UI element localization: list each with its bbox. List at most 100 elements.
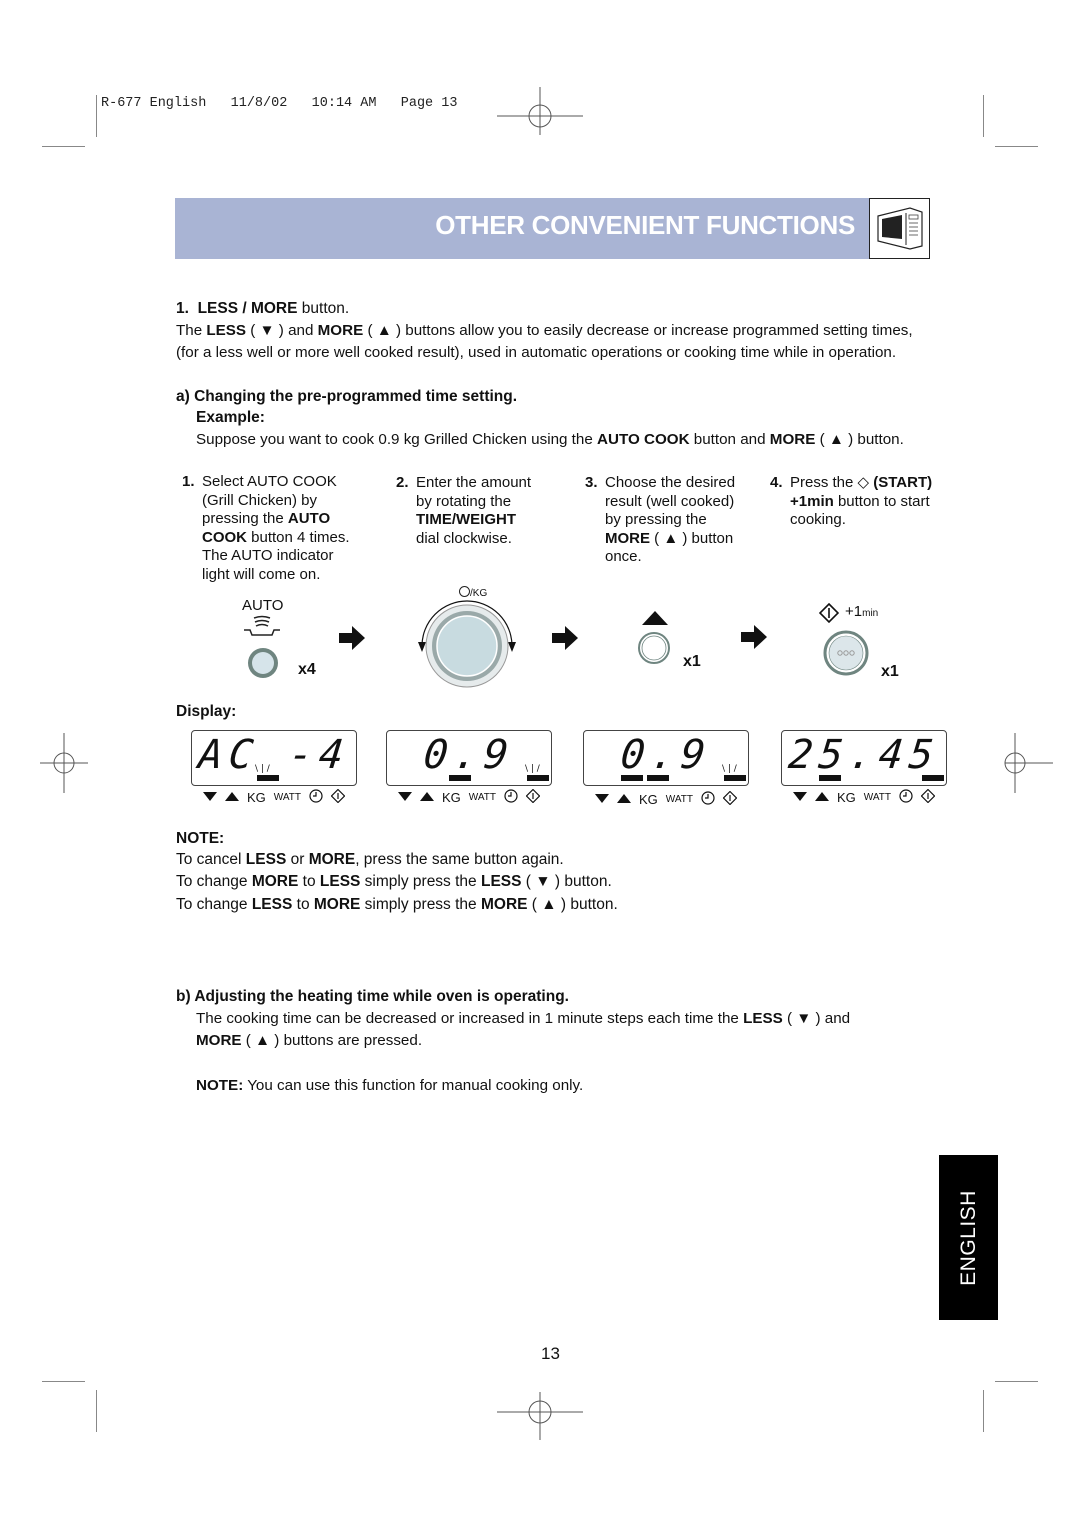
crop-mark xyxy=(96,1390,97,1432)
page-number: 13 xyxy=(541,1344,560,1363)
indicator-row-1: KG WATT xyxy=(203,788,346,806)
blink-marks: \ | / xyxy=(255,764,270,774)
indicator-bar-start xyxy=(724,775,746,781)
step-line: MORE ( ▲ ) button xyxy=(605,529,734,547)
more-triangle-icon xyxy=(642,611,668,625)
step-line: Select AUTO COOK xyxy=(202,473,337,490)
lcd-display-4: 25.45 xyxy=(781,730,947,786)
banner-title: OTHER CONVENIENT FUNCTIONS xyxy=(435,210,855,240)
subsection-b-note: NOTE: You can use this function for manu… xyxy=(196,1077,584,1094)
clock-icon xyxy=(309,788,323,806)
start-icon xyxy=(330,788,346,806)
lcd-display-1: AC -4 \ | / xyxy=(191,730,357,786)
subsection-b-line-2: MORE ( ▲ ) buttons are pressed. xyxy=(196,1032,423,1049)
intro-line-1: The LESS ( ▼ ) and MORE ( ▲ ) buttons al… xyxy=(176,322,913,339)
less-indicator-icon xyxy=(203,790,217,804)
auto-cook-icon xyxy=(244,615,280,636)
step-line: light will come on. xyxy=(202,565,321,583)
start-icon xyxy=(920,788,936,806)
clock-icon xyxy=(504,788,518,806)
indicator-bar-start xyxy=(527,775,549,781)
start-label: +1min xyxy=(845,603,879,620)
kg-indicator: KG xyxy=(639,791,658,807)
crop-mark xyxy=(42,1381,85,1382)
arrow-right-icon xyxy=(741,625,767,649)
indicator-bar-kg xyxy=(449,775,471,781)
microwave-icon xyxy=(869,198,930,259)
start-icon xyxy=(819,603,839,623)
subsection-a-heading: a) Changing the pre-programmed time sett… xyxy=(176,388,518,405)
watt-indicator: WATT xyxy=(863,791,892,803)
indicator-bar-start xyxy=(922,775,944,781)
step-line: dial clockwise. xyxy=(416,529,512,547)
crop-mark xyxy=(96,95,97,137)
step-line: COOK button 4 times. xyxy=(202,528,350,546)
lcd-display-2: 0.9 \ | / xyxy=(386,730,552,786)
less-indicator-icon xyxy=(793,790,807,804)
printer-slug: R-677 English 11/8/02 10:14 AM Page 13 xyxy=(101,96,458,111)
note-line-2: To change MORE to LESS simply press the … xyxy=(176,873,612,890)
crop-mark xyxy=(983,1390,984,1432)
auto-cook-button[interactable] xyxy=(246,646,280,680)
indicator-bar-more xyxy=(647,775,669,781)
start-icon xyxy=(525,788,541,806)
step-line: by pressing the xyxy=(605,511,707,528)
language-tab: ENGLISH xyxy=(939,1155,998,1320)
step-line: once. xyxy=(605,548,642,565)
registration-mark-right xyxy=(1004,733,1053,793)
more-button[interactable] xyxy=(637,631,671,665)
step-line: The AUTO indicator xyxy=(202,547,334,564)
clock-icon xyxy=(899,788,913,806)
step-line: Press the ◇ (START) xyxy=(790,474,933,491)
lcd-display-3: 0.9 \ | / xyxy=(583,730,749,786)
press-count: x1 xyxy=(881,663,899,680)
blink-marks: \ | / xyxy=(722,764,737,774)
start-button[interactable] xyxy=(823,630,869,676)
auto-label: AUTO xyxy=(242,597,284,614)
intro-line-2: (for a less well or more well cooked res… xyxy=(176,344,897,361)
kg-indicator: KG xyxy=(247,789,266,805)
lcd-digits: 25.45 xyxy=(786,732,942,778)
start-icon xyxy=(722,790,738,808)
less-indicator-icon xyxy=(595,792,609,806)
blink-marks: \ | / xyxy=(525,764,540,774)
lcd-digits: AC -4 xyxy=(196,732,352,778)
kg-indicator: KG xyxy=(837,789,856,805)
example-text: Suppose you want to cook 0.9 kg Grilled … xyxy=(196,431,904,448)
crop-mark xyxy=(42,146,85,147)
indicator-bar-kg xyxy=(257,775,279,781)
subsection-b-line-1: The cooking time can be decreased or inc… xyxy=(196,1010,851,1027)
less-indicator-icon xyxy=(398,790,412,804)
press-count: x4 xyxy=(298,661,316,678)
kg-indicator: KG xyxy=(442,789,461,805)
step-line: by rotating the xyxy=(416,492,512,510)
step-line: (Grill Chicken) by xyxy=(202,491,318,509)
step-line: +1min button to start xyxy=(790,492,930,510)
crop-mark xyxy=(983,95,984,137)
more-indicator-icon xyxy=(225,790,239,804)
step-line: cooking. xyxy=(790,511,846,528)
note-line-3: To change LESS to MORE simply press the … xyxy=(176,896,618,913)
note-label: NOTE: xyxy=(176,830,225,847)
indicator-bar-less xyxy=(621,775,643,781)
time-weight-dial[interactable] xyxy=(412,596,522,692)
registration-mark-bottom xyxy=(497,1392,583,1440)
indicator-row-2: KG WATT xyxy=(398,788,541,806)
section-banner: OTHER CONVENIENT FUNCTIONS xyxy=(175,198,869,259)
step-line: pressing the AUTO xyxy=(202,510,331,527)
more-indicator-icon xyxy=(815,790,829,804)
press-count: x1 xyxy=(683,653,701,670)
step-line: TIME/WEIGHT xyxy=(416,511,516,528)
clock-icon xyxy=(701,790,715,808)
subsection-b-heading: b) Adjusting the heating time while oven… xyxy=(176,988,569,1005)
step-line: result (well cooked) xyxy=(605,492,735,510)
arrow-right-icon xyxy=(339,626,365,650)
indicator-bar-more xyxy=(819,775,841,781)
display-label: Display: xyxy=(176,703,237,720)
indicator-row-4: KG WATT xyxy=(793,788,936,806)
more-indicator-icon xyxy=(420,790,434,804)
registration-mark-left xyxy=(40,733,88,793)
registration-mark-top xyxy=(497,87,583,135)
watt-indicator: WATT xyxy=(665,793,694,805)
arrow-right-icon xyxy=(552,626,578,650)
